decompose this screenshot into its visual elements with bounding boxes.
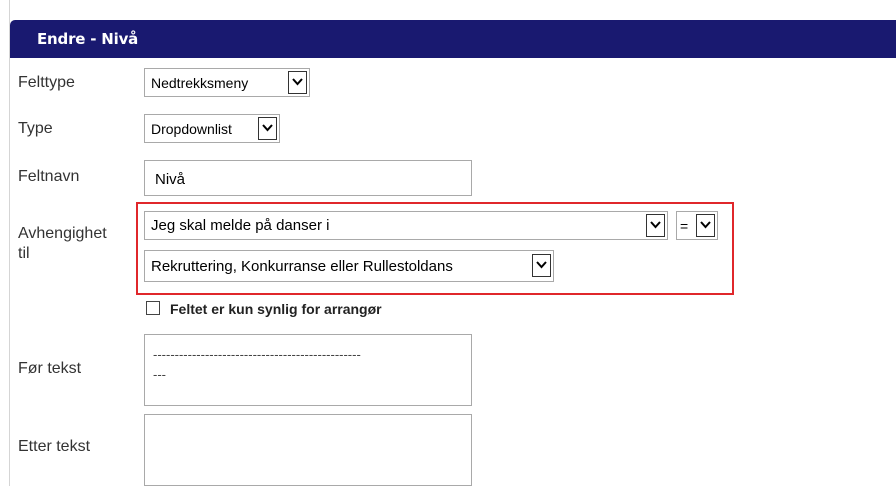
- avhengighet-label: Avhengighet til: [18, 224, 107, 264]
- visibility-checkbox[interactable]: [146, 301, 160, 315]
- etter-tekst-label: Etter tekst: [18, 438, 91, 455]
- type-select-value: Dropdownlist: [151, 121, 232, 137]
- chevron-down-icon[interactable]: [258, 117, 277, 140]
- dependency-operator-select[interactable]: =: [676, 211, 718, 240]
- for-tekst-line2: ---: [153, 367, 166, 382]
- feltnavn-input-value: Nivå: [155, 171, 186, 188]
- feltnavn-label: Feltnavn: [18, 168, 80, 185]
- felttype-select-value: Nedtrekksmeny: [151, 75, 249, 91]
- avhengighet-label-line2: til: [18, 245, 30, 262]
- visibility-label: Feltet er kun synlig for arrangør: [170, 301, 382, 317]
- chevron-down-icon[interactable]: [288, 71, 307, 94]
- dependency-operator-value: =: [680, 218, 689, 234]
- felttype-select[interactable]: Nedtrekksmeny: [144, 68, 310, 97]
- avhengighet-label-line1: Avhengighet: [18, 225, 107, 242]
- dependency-option-value: Rekruttering, Konkurranse eller Rullesto…: [151, 258, 453, 275]
- etter-tekst-textarea[interactable]: [144, 414, 472, 486]
- for-tekst-line1: ----------------------------------------…: [153, 347, 361, 362]
- chevron-down-icon[interactable]: [532, 254, 551, 277]
- feltnavn-input[interactable]: Nivå: [144, 160, 472, 196]
- dialog-header: Endre - Nivå: [10, 20, 896, 58]
- for-tekst-label: Før tekst: [18, 360, 82, 377]
- dialog-title: Endre - Nivå: [37, 30, 139, 48]
- felttype-label: Felttype: [18, 74, 75, 91]
- type-label: Type: [18, 120, 53, 137]
- dependency-field-value: Jeg skal melde på danser i: [151, 217, 330, 234]
- dependency-option-select[interactable]: Rekruttering, Konkurranse eller Rullesto…: [144, 250, 554, 282]
- type-select[interactable]: Dropdownlist: [144, 114, 280, 143]
- chevron-down-icon[interactable]: [646, 214, 665, 237]
- for-tekst-textarea[interactable]: ----------------------------------------…: [144, 334, 472, 406]
- dependency-field-select[interactable]: Jeg skal melde på danser i: [144, 211, 668, 240]
- for-tekst-textarea-value: ----------------------------------------…: [153, 345, 361, 385]
- chevron-down-icon[interactable]: [696, 214, 715, 237]
